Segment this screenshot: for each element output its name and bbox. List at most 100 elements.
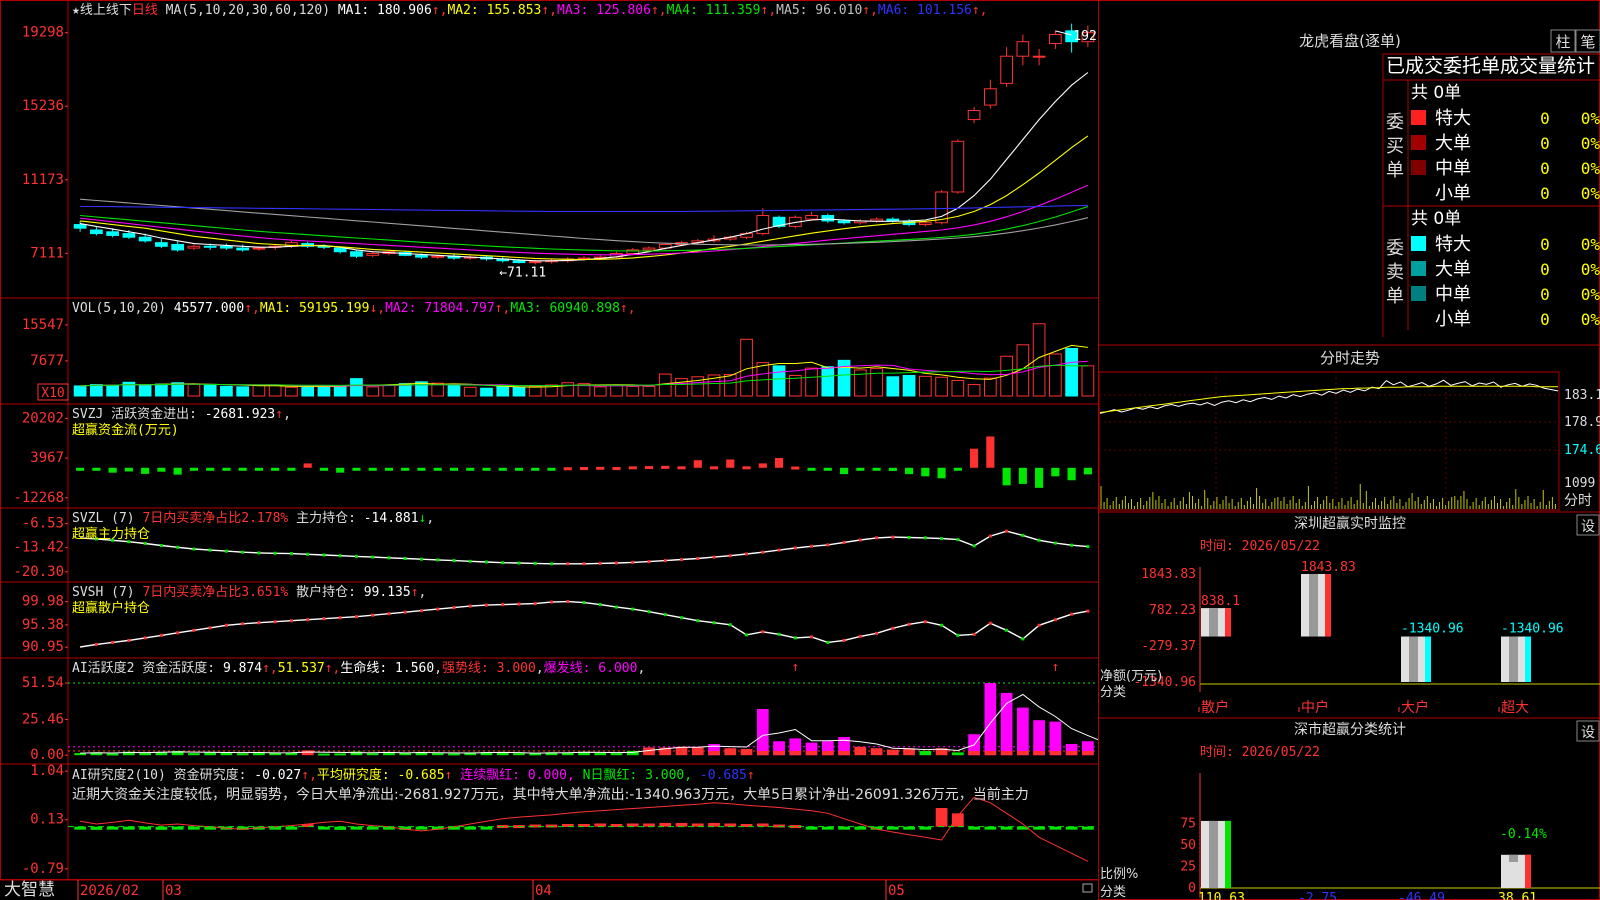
svzl-legend-part-5: ,: [426, 511, 434, 526]
volume-bar: [561, 382, 575, 397]
ai-yanjiu-legend: AI研究度2(10) 资金研究度: -0.027↑,平均研究度: -0.685↑…: [72, 767, 755, 783]
svsh-point: [289, 619, 293, 623]
candle-body: [642, 247, 656, 251]
volume-bar: [90, 384, 103, 397]
kline-legend-part-10: ↑,: [761, 3, 777, 18]
ai-huoyue-legend-part-8: ,: [536, 661, 544, 676]
ai-huoyue-bar: [1033, 720, 1045, 756]
sz-monitor-axis-label: 净额(万元): [1100, 669, 1162, 684]
sell-orders-color-swatch-2: [1411, 286, 1426, 301]
ai-huoyue-signal-arrow-1: ↑: [1051, 660, 1059, 675]
svzj-bar: [807, 467, 816, 471]
svzl-legend: SVZL (7) 7日内买卖净占比2.178% 主力持仓: -14.881↓,: [72, 510, 434, 526]
svzj-bar: [579, 467, 589, 471]
buy-orders-row-count-0: 0: [1540, 109, 1550, 128]
svsh-point: [582, 601, 586, 605]
volume-bar: [1049, 353, 1062, 397]
candle-body: [366, 253, 380, 256]
ai-huoyue-legend-part-0: AI活跃度2 资金活跃度:: [72, 660, 223, 676]
svzj-legend-part-1: -2681.923: [205, 407, 275, 422]
ai-huoyue-signal-arrow-0: ↑: [791, 660, 799, 675]
volume-legend: VOL(5,10,20) 45577.000↑,MA1: 59195.199↓,…: [72, 301, 636, 316]
fenshi-bottom-label: 分时: [1564, 493, 1592, 509]
kline-y-tick-1: 15236: [22, 98, 64, 114]
sell-orders-row-pct-0: 0%: [1581, 235, 1600, 254]
lock-icon[interactable]: [1082, 883, 1093, 893]
candle-body: [805, 215, 818, 220]
ai-huoyue-bar: [870, 748, 883, 756]
svzj-subtitle: 超赢资金流(万元): [72, 422, 179, 438]
ai-huoyue-bar: [318, 753, 330, 756]
volume-bar: [447, 384, 461, 397]
ai-yanjiu-y-tick-1: 0.13: [30, 812, 64, 828]
sz-stats-bar-0: [1201, 820, 1231, 888]
svzl-y-tick-0: -6.53: [22, 516, 64, 532]
svzl-point: [452, 559, 456, 563]
sz-monitor-value-label-3: -1340.96: [1501, 622, 1564, 637]
sz-stats-bar-shade: [1209, 820, 1218, 888]
svsh-point: [615, 605, 619, 609]
svsh-point: [712, 621, 716, 625]
candle-body: [431, 255, 445, 258]
svsh-point: [875, 631, 879, 635]
svzl-chart: [80, 529, 1090, 566]
kline-legend: ★线上线下日线 MA(5,10,20,30,60,120) MA1: 180.9…: [72, 3, 988, 18]
svsh-legend-part-0: SVSH (7): [72, 585, 142, 600]
buy-orders-row-name-1: 大单: [1435, 133, 1471, 154]
svzj-bar: [823, 467, 832, 471]
candle-body: [122, 233, 136, 238]
ai-huoyue-bar: [188, 753, 200, 756]
svzj-bar: [466, 467, 475, 471]
svzl-point: [988, 534, 992, 538]
volume-legend-part-4: ↓,: [369, 301, 385, 316]
volume-legend-part-1: 45577.000: [174, 301, 244, 316]
svzl-point: [793, 546, 797, 550]
tab-column-label: 柱: [1555, 33, 1570, 51]
candle-body: [171, 243, 185, 251]
svzl-point: [176, 545, 180, 549]
svzj-legend-part-3: ,: [283, 407, 291, 422]
svsh-y-tick-2: 90.95: [22, 639, 64, 655]
volume-bar: [220, 385, 233, 397]
sz-monitor-bar-edge: [1525, 636, 1531, 682]
svzj-bar: [531, 467, 540, 471]
svzl-point: [306, 552, 310, 556]
sz-monitor-bar-edge: [1425, 636, 1431, 682]
svzl-point: [598, 561, 602, 565]
fenshi-price-label-1: 178.9: [1564, 415, 1600, 430]
ai-huoyue-base: [1033, 751, 1045, 756]
buy-orders-total: 共 0单: [1411, 83, 1461, 103]
kline-chart: [73, 23, 1095, 265]
ai-yanjiu-legend-part-9: -0.685: [700, 768, 747, 783]
sz-stats-value-label-2: -46.49: [1398, 891, 1445, 900]
volume-legend-part-5: MA2: 71804.797: [385, 301, 495, 316]
sz-monitor-bar-1: [1301, 574, 1331, 637]
svzl-point: [582, 562, 586, 566]
volume-bar: [951, 379, 965, 397]
svsh-point: [257, 621, 261, 625]
ai-huoyue-base: [838, 751, 850, 756]
svsh-point: [1053, 618, 1057, 622]
ai-huoyue-legend-part-7: 强势线: 3.000: [442, 660, 536, 676]
ai-yanjiu-legend-part-5: 连续飘红: 0.000,: [460, 767, 575, 783]
sz-stats-time-label: 时间: 2026/05/22: [1200, 745, 1320, 760]
svsh-point: [907, 622, 911, 626]
kline-legend-part-1: 日线: [132, 3, 158, 18]
svzj-bar: [726, 459, 735, 468]
svzl-legend-part-2: 主力持仓:: [288, 511, 363, 526]
svsh-point: [745, 633, 749, 637]
ai-huoyue-legend-part-10: ,: [637, 661, 645, 676]
svsh-point: [761, 630, 765, 634]
svsh-point: [1086, 609, 1090, 613]
candle-body: [1032, 55, 1046, 58]
sz-monitor-settings-label: 设: [1581, 519, 1595, 535]
ai-huoyue-bar: [350, 751, 363, 756]
sell-orders-row-name-2: 中单: [1435, 284, 1471, 305]
svsh-point: [680, 616, 684, 620]
sz-stats-value-label-0: 110.63: [1198, 891, 1245, 900]
volume-bar: [236, 386, 250, 397]
ai-yanjiu-legend-part-6: [575, 768, 583, 783]
svsh-point: [631, 607, 635, 611]
ai-huoyue-base: [773, 751, 785, 756]
svsh-legend: SVSH (7) 7日内买卖净占比3.651% 散户持仓: 99.135↑,: [72, 584, 426, 600]
